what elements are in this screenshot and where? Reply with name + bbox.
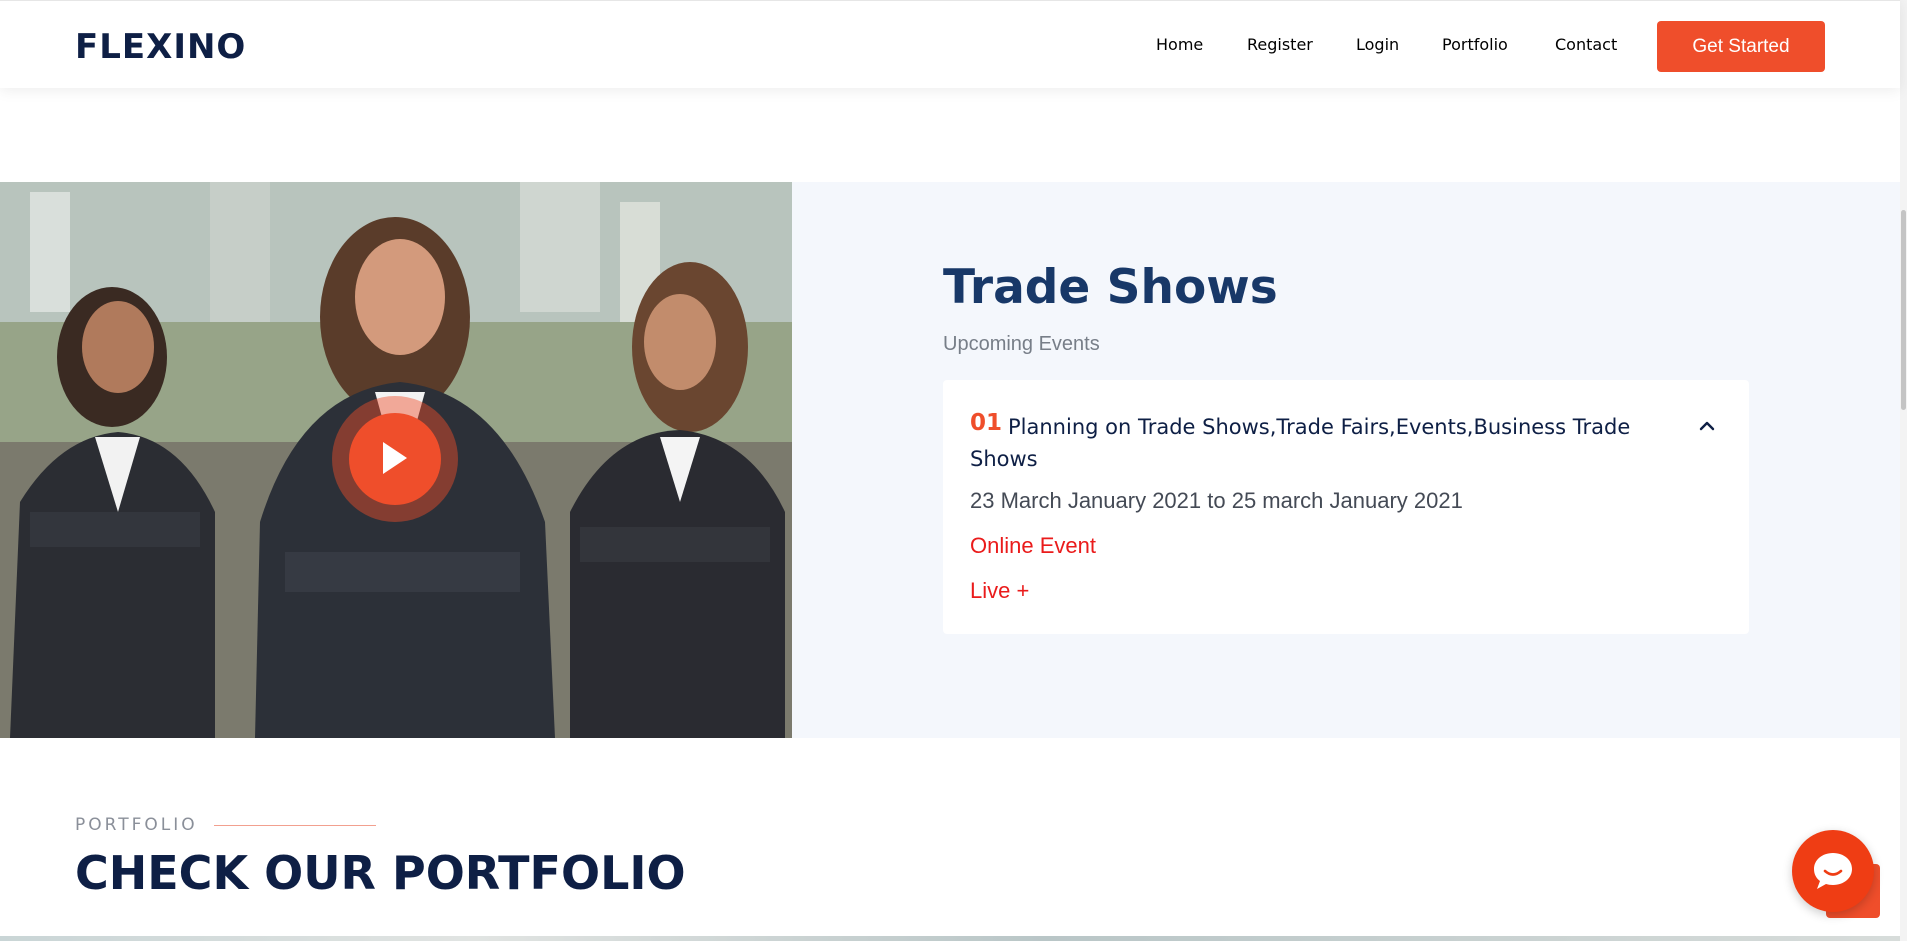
page-scrollbar[interactable] — [1900, 0, 1907, 941]
chat-icon — [1814, 853, 1852, 889]
event-title[interactable]: Planning on Trade Shows,Trade Fairs,Even… — [970, 411, 1670, 475]
site-logo[interactable]: FLEXINO — [75, 27, 246, 67]
chat-button[interactable] — [1792, 830, 1874, 912]
event-date: 23 March January 2021 to 25 march Januar… — [970, 488, 1463, 513]
event-type: Online Event — [970, 533, 1096, 558]
event-card: 01 Planning on Trade Shows,Trade Fairs,E… — [943, 380, 1749, 634]
portfolio-divider — [214, 825, 376, 826]
site-header: FLEXINO Home Register Login Portfolio Co… — [0, 0, 1900, 88]
portfolio-title: CHECK OUR PORTFOLIO — [75, 846, 686, 900]
section-subtitle: Upcoming Events — [943, 333, 1100, 355]
play-button-core[interactable] — [349, 413, 441, 505]
section-title: Trade Shows — [943, 260, 1278, 315]
play-icon — [383, 442, 407, 474]
scrollbar-thumb[interactable] — [1901, 210, 1906, 410]
get-started-button[interactable]: Get Started — [1657, 21, 1825, 72]
portfolio-preview-strip — [0, 936, 1900, 941]
live-link[interactable]: Live + — [970, 578, 1029, 604]
play-video-button[interactable] — [332, 396, 458, 522]
chevron-up-icon[interactable] — [1695, 414, 1719, 438]
portfolio-label: PORTFOLIO — [75, 815, 198, 835]
